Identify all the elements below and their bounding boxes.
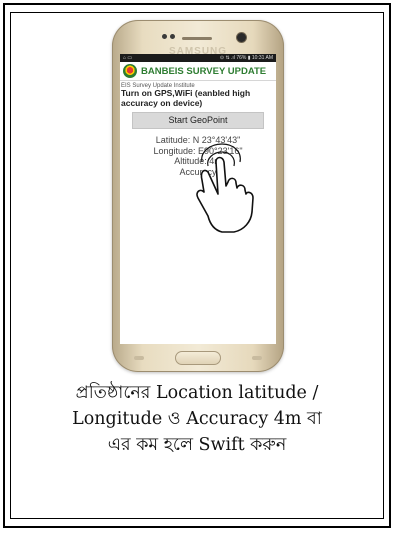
- caption-line-3: এর কম হলে Swift করুন: [107, 435, 287, 455]
- app-bar: BANBEIS SURVEY UPDATE: [120, 62, 276, 81]
- recent-apps-key-icon[interactable]: [134, 356, 144, 360]
- status-bar: ⌂ ▭ ⊙ ⇅ .ıl 76% ▮ 10:31 AM: [120, 54, 276, 62]
- instruction-caption: প্রতিষ্ঠানের Location latitude / Longitu…: [14, 380, 380, 458]
- caption-line-1: প্রতিষ্ঠানের Location latitude /: [75, 383, 319, 403]
- status-left-icons: ⌂ ▭: [123, 55, 133, 61]
- caption-line-2: Longitude ও Accuracy 4m বা: [72, 409, 322, 429]
- back-key-icon[interactable]: [252, 356, 262, 360]
- status-right-icons: ⊙ ⇅ .ıl 76% ▮ 10:31 AM: [219, 55, 273, 61]
- light-sensor: [170, 34, 175, 39]
- swipe-hand-icon: [196, 143, 254, 233]
- proximity-sensor: [162, 34, 167, 39]
- front-camera-icon: [237, 33, 246, 42]
- gps-instruction: Turn on GPS,WiFi (eanbled high accuracy …: [121, 88, 251, 108]
- app-title: BANBEIS SURVEY UPDATE: [141, 65, 267, 77]
- start-geopoint-button[interactable]: Start GeoPoint: [132, 112, 264, 129]
- home-button[interactable]: [175, 351, 221, 365]
- banbeis-logo-icon: [123, 64, 137, 78]
- phone-nav-bar: [120, 350, 276, 366]
- earpiece-speaker: [182, 37, 212, 40]
